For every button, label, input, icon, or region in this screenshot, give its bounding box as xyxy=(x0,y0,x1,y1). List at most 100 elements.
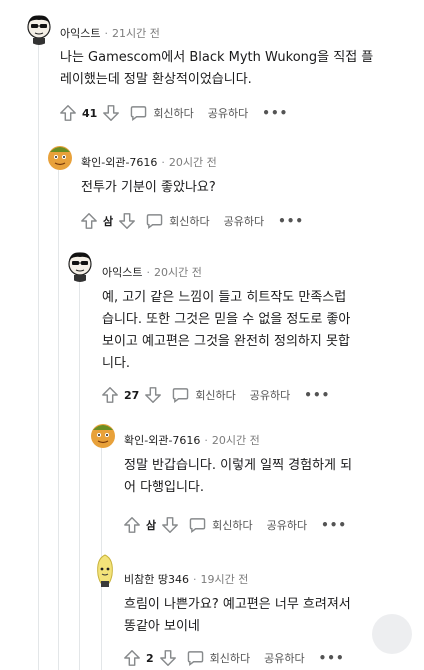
vote-controls: 삼 xyxy=(80,212,136,230)
more-options-button[interactable]: ••• xyxy=(319,651,345,665)
speech-bubble-icon xyxy=(189,518,206,533)
thread-line[interactable] xyxy=(38,44,39,670)
thread-line[interactable] xyxy=(79,268,80,670)
user-avatar-icon xyxy=(97,554,113,587)
speech-bubble-icon xyxy=(173,388,189,403)
comment-actions: 2 회신하다 공유하다 ••• xyxy=(123,647,345,669)
vote-count: 삼 xyxy=(103,215,114,228)
up-arrow-icon[interactable] xyxy=(101,386,119,404)
comment-body: 정말 반갑습니다. 이렇게 일찍 경험하게 되 어 다행입니다. xyxy=(124,455,352,499)
watermark-logo xyxy=(372,614,412,654)
up-arrow-icon[interactable] xyxy=(80,212,98,230)
author-name[interactable]: 확인-외관-7616 xyxy=(124,434,200,447)
separator-dot: · xyxy=(204,434,208,447)
reply-label: 회신하다 xyxy=(153,107,194,120)
thread-line[interactable] xyxy=(58,170,59,670)
separator-dot: · xyxy=(146,266,150,279)
vote-count: 41 xyxy=(82,106,98,120)
share-button[interactable]: 공유하다 xyxy=(264,650,304,666)
comment-line: 레이했는데 정말 환상적이었습니다. xyxy=(60,72,252,87)
vote-controls: 2 xyxy=(123,649,177,667)
vote-controls: 27 xyxy=(101,386,162,404)
comment-body: 전투가 기분이 좋았나요? xyxy=(81,177,216,199)
down-arrow-icon[interactable] xyxy=(118,212,136,230)
separator-dot: · xyxy=(192,573,197,586)
reply-button[interactable]: 회신하다 xyxy=(187,650,250,666)
comment-line: 똥같아 보이네 xyxy=(124,619,200,634)
reply-button[interactable]: 회신하다 xyxy=(172,387,236,403)
comment-meta: 확인-외관-7616 · 20시간 전 xyxy=(81,154,217,170)
down-arrow-icon[interactable] xyxy=(159,649,177,667)
vote-count: 2 xyxy=(146,651,154,665)
vote-count: 27 xyxy=(124,388,140,402)
separator-dot: · xyxy=(104,27,108,40)
timestamp[interactable]: 20시간 전 xyxy=(169,156,217,169)
down-arrow-icon[interactable] xyxy=(161,516,179,534)
up-arrow-icon[interactable] xyxy=(59,104,77,122)
comment-line: 정말 반갑습니다. 이렇게 일찍 경험하게 되 xyxy=(124,458,353,473)
comment-actions: 27 회신하다 공유하다 ••• xyxy=(101,384,330,406)
comment-meta: 아익스트 · 20시간 전 xyxy=(102,264,202,280)
timestamp[interactable]: 20시간 전 xyxy=(212,434,260,447)
more-options-button[interactable]: ••• xyxy=(304,388,330,402)
up-arrow-icon[interactable] xyxy=(123,516,141,534)
more-options-button[interactable]: ••• xyxy=(262,106,288,120)
comment-body: 흐림이 나쁜가요? 예고편은 너무 흐려져서 똥같아 보이네 xyxy=(124,594,351,638)
thread-line[interactable] xyxy=(101,430,102,670)
author-name[interactable]: 확인-외관-7616 xyxy=(81,156,157,169)
user-avatar-icon xyxy=(91,424,115,448)
more-options-button[interactable]: ••• xyxy=(321,518,347,532)
share-button[interactable]: 공유하다 xyxy=(224,213,264,229)
comment-meta: 아익스트 · 21시간 전 xyxy=(60,25,160,41)
comment-line: 습니다. 또한 그것은 믿을 수 없을 정도로 좋아 xyxy=(102,312,351,327)
comment-line: 나는 Gamescom에서 Black Myth Wukong을 직접 플 xyxy=(60,50,374,65)
reply-label: 회신하다 xyxy=(169,215,210,228)
comment-line: 흐림이 나쁜가요? 예고편은 너무 흐려져서 xyxy=(124,597,351,612)
comment-actions: 41 회신하다 공유하다 ••• xyxy=(59,102,288,124)
comment-line: 보이고 예고편은 그것을 완전히 정의하지 못합 xyxy=(102,334,350,349)
comment-actions: 삼 회신하다 공유하다 ••• xyxy=(123,514,347,536)
down-arrow-icon[interactable] xyxy=(144,386,162,404)
user-avatar-icon xyxy=(27,15,51,45)
avatar[interactable] xyxy=(92,553,118,589)
up-arrow-icon[interactable] xyxy=(123,649,141,667)
comment-line: 전투가 기분이 좋았나요? xyxy=(81,180,216,195)
more-options-button[interactable]: ••• xyxy=(278,214,304,228)
vote-controls: 41 xyxy=(59,104,120,122)
timestamp[interactable]: 20시간 전 xyxy=(154,266,202,279)
avatar[interactable] xyxy=(88,418,118,450)
comment-body: 예, 고기 같은 느낌이 들고 히트작도 만족스럽 습니다. 또한 그것은 믿을… xyxy=(102,287,350,375)
reply-label: 회신하다 xyxy=(212,519,253,532)
avatar[interactable] xyxy=(25,13,53,45)
speech-bubble-icon xyxy=(131,106,147,121)
share-button[interactable]: 공유하다 xyxy=(250,387,290,403)
avatar[interactable] xyxy=(45,140,75,172)
comment-actions: 삼 회신하다 공유하다 ••• xyxy=(80,210,304,232)
author-name[interactable]: 아익스트 xyxy=(102,266,142,279)
reply-label: 회신하다 xyxy=(209,652,251,665)
reply-button[interactable]: 회신하다 xyxy=(130,105,194,121)
speech-bubble-icon xyxy=(187,651,203,666)
author-name[interactable]: 아익스트 xyxy=(60,27,100,40)
reply-label: 회신하다 xyxy=(195,389,236,402)
author-name[interactable]: 비참한 땅346 xyxy=(124,573,189,586)
timestamp[interactable]: 21시간 전 xyxy=(112,27,160,40)
vote-count: 삼 xyxy=(146,519,157,532)
reply-button[interactable]: 회신하다 xyxy=(189,517,253,533)
vote-controls: 삼 xyxy=(123,516,179,534)
separator-dot: · xyxy=(161,156,165,169)
comment-line: 예, 고기 같은 느낌이 들고 히트작도 만족스럽 xyxy=(102,290,347,305)
user-avatar-icon xyxy=(48,146,72,170)
avatar[interactable] xyxy=(66,250,94,282)
down-arrow-icon[interactable] xyxy=(102,104,120,122)
share-button[interactable]: 공유하다 xyxy=(267,517,307,533)
user-avatar-icon xyxy=(68,252,92,282)
comment-meta: 확인-외관-7616 · 20시간 전 xyxy=(124,432,260,448)
share-button[interactable]: 공유하다 xyxy=(208,105,248,121)
comment-line: 어 다행입니다. xyxy=(124,480,205,495)
timestamp[interactable]: 19시간 전 xyxy=(200,573,248,586)
speech-bubble-icon xyxy=(146,214,163,229)
reply-button[interactable]: 회신하다 xyxy=(146,213,210,229)
comment-line: 니다. xyxy=(102,356,131,371)
comment-meta: 비참한 땅346 · 19시간 전 xyxy=(124,571,248,587)
